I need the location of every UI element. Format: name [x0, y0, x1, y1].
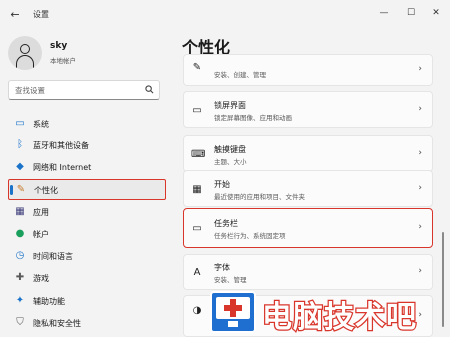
- search-placeholder: 查找设置: [15, 86, 45, 95]
- font-icon: A: [193, 267, 201, 278]
- sidebar-item-label: 帐户: [33, 230, 49, 239]
- bluetooth-icon: ᛒ: [17, 139, 23, 150]
- sidebar-item[interactable]: ▦ 应用: [8, 202, 166, 223]
- settings-card[interactable]: ▦ 开始最近使用的应用和项目、文件夹 ›: [183, 170, 433, 207]
- sidebar-item-label: 网络和 Internet: [33, 163, 92, 172]
- gamepad-icon: ✚: [15, 272, 25, 283]
- wifi-icon: ◆: [16, 161, 24, 172]
- settings-card[interactable]: ✎ 安装、创建、管理 ›: [183, 54, 433, 86]
- apps-icon: ▦: [15, 206, 25, 217]
- sidebar-item[interactable]: ◆ 网络和 Internet: [8, 157, 166, 178]
- accessibility-icon: ✦: [15, 295, 25, 306]
- settings-card[interactable]: ⌨ 触摸键盘主题、大小 ›: [183, 135, 433, 172]
- sidebar-item[interactable]: ✎ 个性化: [8, 179, 166, 200]
- sidebar-item-label: 个性化: [34, 186, 58, 195]
- card-title: 开始: [214, 180, 230, 189]
- maximize-button[interactable]: ☐: [401, 5, 421, 21]
- taskbar-icon: ▭: [192, 223, 202, 234]
- chevron-right-icon: ›: [418, 183, 422, 193]
- watermark: 电脑技术吧: [210, 288, 450, 337]
- sidebar-item[interactable]: ᛒ 蓝牙和其他设备: [8, 135, 166, 156]
- card-description: 任务栏行为、系统固定项: [214, 232, 286, 240]
- card-title: 锁屏界面: [214, 101, 246, 110]
- lock-screen-icon: ▭: [192, 105, 202, 116]
- search-icon[interactable]: [145, 85, 154, 94]
- account-type: 本地帐户: [50, 57, 76, 65]
- sidebar-item[interactable]: ✚ 游戏: [8, 268, 166, 289]
- back-arrow-icon[interactable]: ←: [8, 8, 22, 22]
- brush-icon: ✎: [16, 184, 26, 195]
- sidebar-item-label: 游戏: [33, 274, 49, 283]
- start-icon: ▦: [192, 184, 202, 195]
- sidebar-item-label: 辅助功能: [33, 297, 65, 306]
- search-input[interactable]: 查找设置: [8, 80, 160, 100]
- app-title: 设置: [33, 10, 49, 19]
- avatar-body: [16, 55, 34, 69]
- chevron-right-icon: ›: [418, 222, 422, 232]
- sidebar-item[interactable]: ● 帐户: [8, 224, 166, 245]
- sidebar-item-label: 蓝牙和其他设备: [33, 141, 89, 150]
- chevron-right-icon: ›: [418, 64, 422, 74]
- keyboard-icon: ⌨: [191, 149, 206, 160]
- chevron-right-icon: ›: [418, 148, 422, 158]
- sidebar-item[interactable]: ◷ 时间和语言: [8, 246, 166, 267]
- avatar-head: [20, 44, 30, 54]
- sidebar-item-label: 应用: [33, 208, 49, 217]
- minimize-button[interactable]: —: [374, 5, 394, 21]
- sidebar-item[interactable]: ✦ 辅助功能: [8, 291, 166, 312]
- sidebar-item[interactable]: ▭ 系统: [8, 114, 166, 135]
- sidebar-item-label: 时间和语言: [33, 252, 73, 261]
- person-icon: ●: [15, 228, 25, 239]
- settings-card[interactable]: ▭ 任务栏任务栏行为、系统固定项 ›: [183, 208, 433, 248]
- sidebar-item-label: 系统: [33, 120, 49, 129]
- chevron-right-icon: ›: [418, 266, 422, 276]
- active-indicator: [10, 185, 13, 195]
- user-name: sky: [50, 41, 68, 51]
- avatar[interactable]: [8, 36, 42, 70]
- card-description: 安装、管理: [214, 276, 247, 284]
- title-bar: ← 设置 — ☐ ✕: [0, 0, 450, 30]
- card-title: 字体: [214, 263, 230, 272]
- watermark-text: 电脑技术吧: [261, 299, 418, 337]
- monitor-icon: ▭: [15, 118, 25, 129]
- card-description: 安装、创建、管理: [214, 71, 266, 79]
- sidebar-item[interactable]: ⛉ 隐私和安全性: [8, 313, 166, 334]
- globe-clock-icon: ◷: [15, 250, 25, 261]
- sidebar-item-label: 隐私和安全性: [33, 319, 81, 328]
- brush-icon: ✎: [192, 62, 202, 73]
- chevron-right-icon: ›: [418, 104, 422, 114]
- watermark-logo-icon: [210, 291, 256, 333]
- card-description: 主题、大小: [214, 158, 247, 166]
- card-title: 触摸键盘: [214, 145, 246, 154]
- card-description: 最近使用的应用和项目、文件夹: [214, 193, 305, 201]
- close-button[interactable]: ✕: [426, 5, 446, 21]
- device-usage-icon: ◑: [192, 305, 202, 316]
- card-title: 任务栏: [214, 219, 238, 228]
- card-description: 锁定屏幕图像、应用和动画: [214, 114, 292, 122]
- shield-icon: ⛉: [16, 317, 24, 328]
- settings-card[interactable]: A 字体安装、管理 ›: [183, 254, 433, 290]
- settings-card[interactable]: ▭ 锁屏界面锁定屏幕图像、应用和动画 ›: [183, 91, 433, 128]
